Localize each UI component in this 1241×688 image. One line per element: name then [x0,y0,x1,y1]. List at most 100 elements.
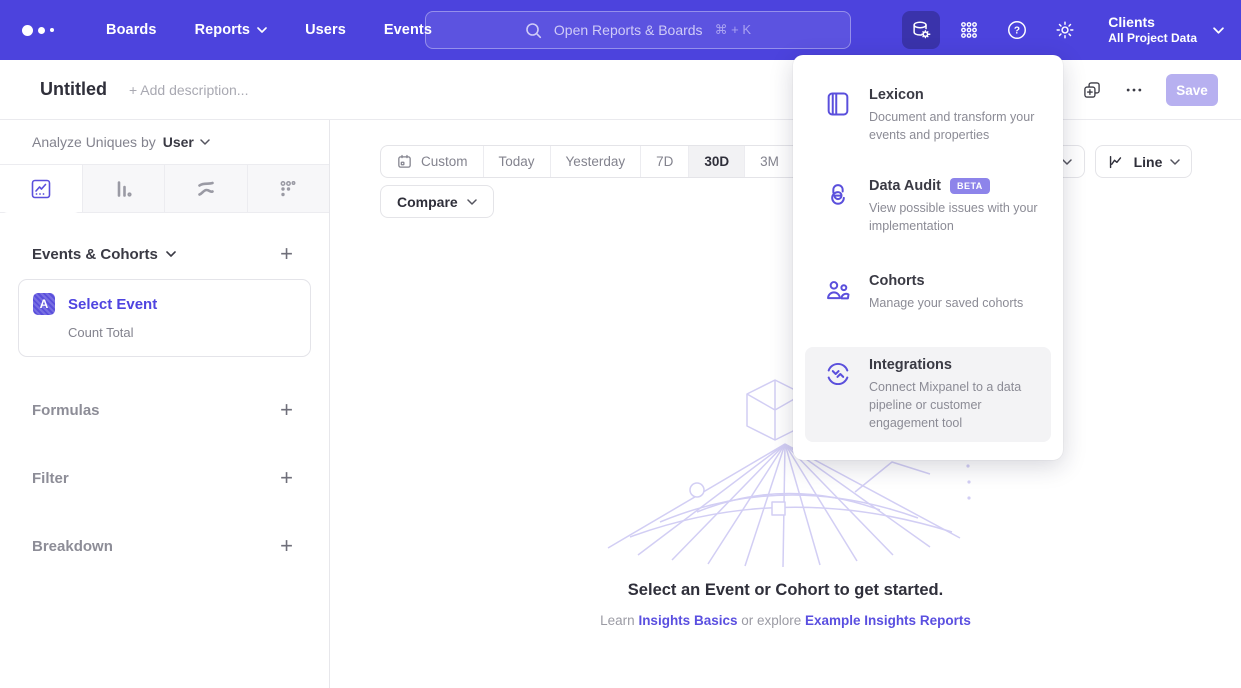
menu-item-title: Cohorts [869,273,925,289]
data-audit-lock-icon [823,180,853,210]
primary-nav: Boards Reports Users Events [106,22,432,38]
project-name: All Project Data [1108,31,1197,47]
chevron-down-icon [1213,27,1223,33]
chevron-down-icon [166,251,176,257]
menu-item-data-audit[interactable]: Data Audit BETA View possible issues wit… [805,168,1051,245]
analyze-row: Analyze Uniques by User [0,120,329,165]
integrations-sync-icon [823,359,853,389]
date-range-3m[interactable]: 3M [744,146,794,177]
project-switcher[interactable]: Clients All Project Data [1108,13,1223,47]
breakdown-label: Breakdown [32,538,113,555]
cohorts-people-icon [823,275,853,305]
nav-users[interactable]: Users [305,22,346,38]
menu-item-title: Integrations [869,357,952,373]
lexicon-book-icon [823,89,853,119]
menu-item-lexicon[interactable]: Lexicon Document and transform your even… [805,77,1051,154]
search-shortcut: ⌘ + K [715,22,752,38]
org-name: Clients [1108,13,1197,31]
chart-type-tabs [0,165,329,213]
add-breakdown-button[interactable]: + [280,535,293,557]
mixpanel-insights-page: Boards Reports Users Events Open Reports… [0,0,1241,688]
event-row-card[interactable]: A Select Event Count Total [18,279,311,357]
series-a-badge: A [33,293,55,315]
search-placeholder: Open Reports & Boards [554,22,703,38]
tab-flow-chart[interactable] [164,165,247,213]
save-button[interactable]: Save [1166,74,1218,106]
insights-basics-link[interactable]: Insights Basics [638,613,737,628]
menu-item-title: Lexicon [869,87,924,103]
date-range-today[interactable]: Today [483,146,550,177]
metrics-grid-icon [276,177,300,201]
chevron-down-icon [467,199,477,205]
date-range-selector: Custom Today Yesterday 7D 30D 3M 6M [380,145,845,178]
search-input[interactable]: Open Reports & Boards ⌘ + K [425,11,851,49]
example-reports-link[interactable]: Example Insights Reports [805,613,971,628]
menu-item-integrations[interactable]: Integrations Connect Mixpanel to a data … [805,347,1051,442]
beta-badge: BETA [950,178,990,194]
line-chart-icon [29,177,53,201]
learn-prefix: Learn [600,613,638,628]
calendar-icon [396,153,413,170]
formulas-section: Formulas + [0,399,329,421]
tab-metrics-grid[interactable] [247,165,330,213]
chevron-down-icon [200,139,210,145]
date-range-yesterday[interactable]: Yesterday [550,146,641,177]
menu-item-title: Data Audit [869,178,941,194]
chevron-down-icon [257,27,267,33]
nav-reports[interactable]: Reports [195,22,268,38]
add-description-field[interactable]: + Add description... [129,82,248,98]
menu-item-description: Manage your saved cohorts [869,294,1041,312]
empty-state-title: Select an Event or Cohort to get started… [330,581,1241,600]
svg-text:?: ? [1014,26,1020,37]
count-total-selector[interactable]: Count Total [68,325,296,340]
filter-label: Filter [32,470,69,487]
chevron-down-icon [1062,159,1072,165]
menu-item-description: Connect Mixpanel to a data pipeline or c… [869,378,1041,432]
breakdown-section: Breakdown + [0,535,329,557]
empty-state-links: Learn Insights Basics or explore Example… [330,613,1241,628]
help-icon: ? [1006,19,1028,41]
events-cohorts-toggle[interactable]: Events & Cohorts [32,246,176,263]
filter-section: Filter + [0,467,329,489]
events-cohorts-header: Events & Cohorts + [0,243,329,265]
bar-chart-icon [111,177,135,201]
tab-line-chart[interactable] [0,165,82,213]
settings-button[interactable] [1046,11,1084,49]
search-icon [525,22,542,39]
middle-text: or explore [737,613,805,628]
top-navigation-bar: Boards Reports Users Events Open Reports… [0,0,1241,60]
chevron-down-icon [1170,159,1180,165]
flow-chart-icon [194,177,218,201]
report-title[interactable]: Untitled [40,79,107,100]
tab-bar-chart[interactable] [82,165,165,213]
report-actions: Save [1082,60,1218,120]
mixpanel-logo[interactable] [22,25,68,36]
query-sidebar: Analyze Uniques by User [0,120,330,688]
menu-item-description: Document and transform your events and p… [869,108,1041,144]
apps-grid-button[interactable] [950,11,988,49]
line-style-icon [1107,152,1126,171]
select-event-button[interactable]: Select Event [68,296,157,313]
analyze-entity-dropdown[interactable]: User [163,134,210,150]
apps-grid-icon [958,19,980,41]
formulas-label: Formulas [32,402,100,419]
gear-icon [1054,19,1076,41]
date-range-7d[interactable]: 7D [640,146,688,177]
menu-item-cohorts[interactable]: Cohorts Manage your saved cohorts [805,263,1051,322]
menu-item-description: View possible issues with your implement… [869,199,1041,235]
add-formula-button[interactable]: + [280,399,293,421]
topnav-right-cluster: ? Clients All Project Data [902,0,1241,60]
add-event-button[interactable]: + [280,243,293,265]
date-range-30d[interactable]: 30D [688,146,744,177]
chart-style-dropdown[interactable]: Line [1095,145,1192,178]
more-options-button[interactable] [1124,80,1144,100]
duplicate-button[interactable] [1082,80,1102,100]
compare-dropdown[interactable]: Compare [380,185,494,218]
database-gear-icon [910,19,932,41]
nav-boards[interactable]: Boards [106,22,157,38]
data-management-menu: Lexicon Document and transform your even… [793,55,1063,460]
data-management-button[interactable] [902,11,940,49]
help-button[interactable]: ? [998,11,1036,49]
add-filter-button[interactable]: + [280,467,293,489]
date-range-custom[interactable]: Custom [381,146,483,177]
